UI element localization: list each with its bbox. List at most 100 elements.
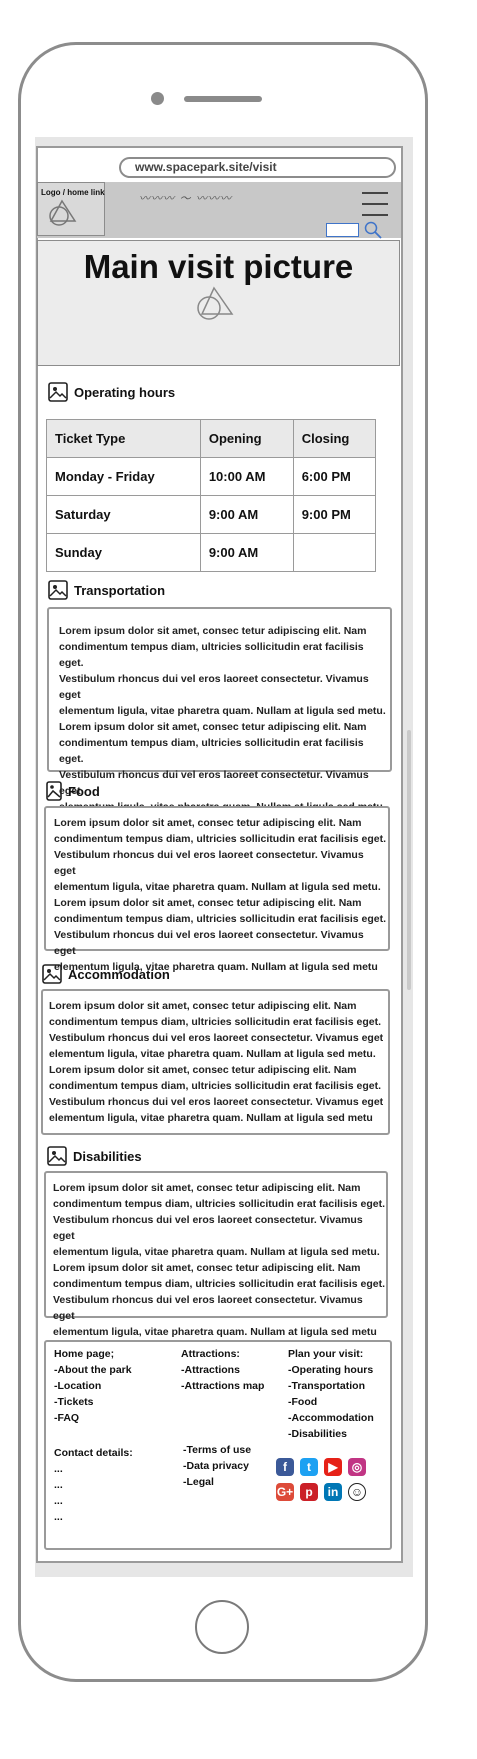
accommodation-text: Lorem ipsum dolor sit amet, consec tetur… <box>41 989 390 1135</box>
column-header: Closing <box>292 419 377 458</box>
contact-line: ... <box>54 1463 63 1475</box>
text-line: elementum ligula, vitae pharetra quam. N… <box>53 1246 380 1258</box>
table-cell: 9:00 PM <box>292 495 377 534</box>
image-icon <box>42 964 62 984</box>
footer-link[interactable]: -Transportation <box>288 1378 374 1394</box>
phone-speaker <box>184 96 262 102</box>
google-plus-icon[interactable]: G+ <box>276 1483 294 1501</box>
footer-link[interactable]: -Terms of use <box>183 1442 251 1458</box>
text-line: Vestibulum rhoncus dui vel eros laoreet … <box>54 849 364 877</box>
image-icon <box>48 580 68 600</box>
table-cell: 10:00 AM <box>199 457 294 496</box>
section-title: Food <box>68 783 100 799</box>
table-row: Monday - Friday 10:00 AM 6:00 PM <box>46 457 377 496</box>
disabilities-text: Lorem ipsum dolor sit amet, consec tetur… <box>44 1171 388 1338</box>
social-links: f t ▶ ◎ G+ p in ☺ <box>276 1458 376 1508</box>
footer-heading[interactable]: Attractions: <box>181 1346 264 1362</box>
table-cell: Sunday <box>46 533 201 572</box>
text-line: condimentum tempus diam, ultricies solli… <box>53 1278 385 1290</box>
operating-hours-heading: Operating hours <box>48 382 175 402</box>
footer-link[interactable]: -Accommodation <box>288 1410 374 1426</box>
facebook-icon[interactable]: f <box>276 1458 294 1476</box>
transportation-heading: Transportation <box>48 580 165 600</box>
text-line: Lorem ipsum dolor sit amet, consec tetur… <box>53 1262 361 1274</box>
scrollbar[interactable] <box>407 730 411 990</box>
phone-home-button[interactable] <box>195 1600 249 1654</box>
text-line: Lorem ipsum dolor sit amet, consec tetur… <box>49 1064 357 1076</box>
phone-camera <box>151 92 164 105</box>
column-header: Opening <box>199 419 294 458</box>
section-title: Operating hours <box>74 384 176 400</box>
footer-heading[interactable]: Plan your visit: <box>288 1346 374 1362</box>
snapchat-icon[interactable]: ☺ <box>348 1483 366 1501</box>
table-cell: Monday - Friday <box>46 457 201 496</box>
pinterest-icon[interactable]: p <box>300 1483 318 1501</box>
text-line: Vestibulum rhoncus dui vel eros laoreet … <box>53 1294 363 1322</box>
text-line: Vestibulum rhoncus dui vel eros laoreet … <box>49 1032 384 1044</box>
text-line: elementum ligula, vitae pharetra quam. N… <box>54 881 381 893</box>
footer-link[interactable]: -Disabilities <box>288 1426 374 1442</box>
footer-link[interactable]: -Legal <box>183 1474 251 1490</box>
table-row: Saturday 9:00 AM 9:00 PM <box>46 495 377 534</box>
transportation-text: Lorem ipsum dolor sit amet, consec tetur… <box>47 607 392 813</box>
nav-scribble: 〰〰〰 〜 〰〰〰 <box>139 192 232 205</box>
footer-link[interactable]: -Operating hours <box>288 1362 374 1378</box>
footer-heading: Contact details: <box>54 1447 133 1459</box>
image-icon <box>46 781 62 801</box>
footer-link[interactable]: -Attractions <box>181 1362 264 1378</box>
text-line: condimentum tempus diam, ultricies solli… <box>59 641 364 669</box>
url-bar[interactable]: www.spacepark.site/visit <box>119 157 396 178</box>
footer-link[interactable]: -Food <box>288 1394 374 1410</box>
contact-line: ... <box>54 1479 63 1491</box>
text-line: Lorem ipsum dolor sit amet, consec tetur… <box>54 817 362 829</box>
text-line: Vestibulum rhoncus dui vel eros laoreet … <box>59 769 369 797</box>
text-line: elementum ligula, vitae pharetra quam. N… <box>49 1112 373 1124</box>
section-title: Accommodation <box>68 966 170 982</box>
operating-hours-table: Ticket Type Opening Closing Monday - Fri… <box>46 419 377 572</box>
search-icon[interactable] <box>364 221 382 239</box>
section-title: Transportation <box>74 582 166 598</box>
image-icon <box>47 1146 67 1166</box>
footer-home-links: Home page; -About the park -Location -Ti… <box>54 1346 132 1426</box>
image-icon <box>48 382 68 402</box>
footer-link[interactable]: -Data privacy <box>183 1458 251 1474</box>
footer-link[interactable]: -FAQ <box>54 1410 132 1426</box>
logo-placeholder-icon <box>49 199 77 226</box>
footer-link[interactable]: -About the park <box>54 1362 132 1378</box>
text-line: Vestibulum rhoncus dui vel eros laoreet … <box>49 1096 384 1108</box>
text-line: elementum ligula, vitae pharetra quam. N… <box>59 705 386 717</box>
linkedin-icon[interactable]: in <box>324 1483 342 1501</box>
footer-link[interactable]: -Tickets <box>54 1394 132 1410</box>
food-heading: Food <box>46 781 100 801</box>
text-line: Lorem ipsum dolor sit amet, consec tetur… <box>49 1000 357 1012</box>
hamburger-menu-icon[interactable] <box>362 192 388 220</box>
table-cell: 9:00 AM <box>199 495 294 534</box>
table-header-row: Ticket Type Opening Closing <box>46 419 377 458</box>
text-line: Lorem ipsum dolor sit amet, consec tetur… <box>59 625 367 637</box>
table-cell: Saturday <box>46 495 201 534</box>
table-cell: 6:00 PM <box>292 457 377 496</box>
twitter-icon[interactable]: t <box>300 1458 318 1476</box>
footer-link[interactable]: -Attractions map <box>181 1378 264 1394</box>
text-line: condimentum tempus diam, ultricies solli… <box>54 913 386 925</box>
youtube-icon[interactable]: ▶ <box>324 1458 342 1476</box>
text-line: Lorem ipsum dolor sit amet, consec tetur… <box>59 721 367 733</box>
logo-label: Logo / home link <box>41 188 105 197</box>
footer-link[interactable]: -Location <box>54 1378 132 1394</box>
text-line: Lorem ipsum dolor sit amet, consec tetur… <box>53 1182 361 1194</box>
hero-title: Main visit picture <box>83 248 354 285</box>
footer-heading[interactable]: Home page; <box>54 1346 132 1362</box>
text-line: condimentum tempus diam, ultricies solli… <box>59 737 364 765</box>
section-title: Disabilities <box>73 1148 142 1164</box>
footer-attractions-links: Attractions: -Attractions -Attractions m… <box>181 1346 264 1394</box>
text-line: Vestibulum rhoncus dui vel eros laoreet … <box>59 673 369 701</box>
disabilities-heading: Disabilities <box>47 1146 142 1166</box>
food-text: Lorem ipsum dolor sit amet, consec tetur… <box>44 806 390 973</box>
contact-line: ... <box>54 1511 63 1523</box>
footer-legal-links: -Terms of use -Data privacy -Legal <box>183 1442 251 1490</box>
instagram-icon[interactable]: ◎ <box>348 1458 366 1476</box>
search-input[interactable] <box>326 223 359 237</box>
text-line: condimentum tempus diam, ultricies solli… <box>49 1016 381 1028</box>
accommodation-heading: Accommodation <box>42 964 170 984</box>
text-line: Vestibulum rhoncus dui vel eros laoreet … <box>54 929 364 957</box>
